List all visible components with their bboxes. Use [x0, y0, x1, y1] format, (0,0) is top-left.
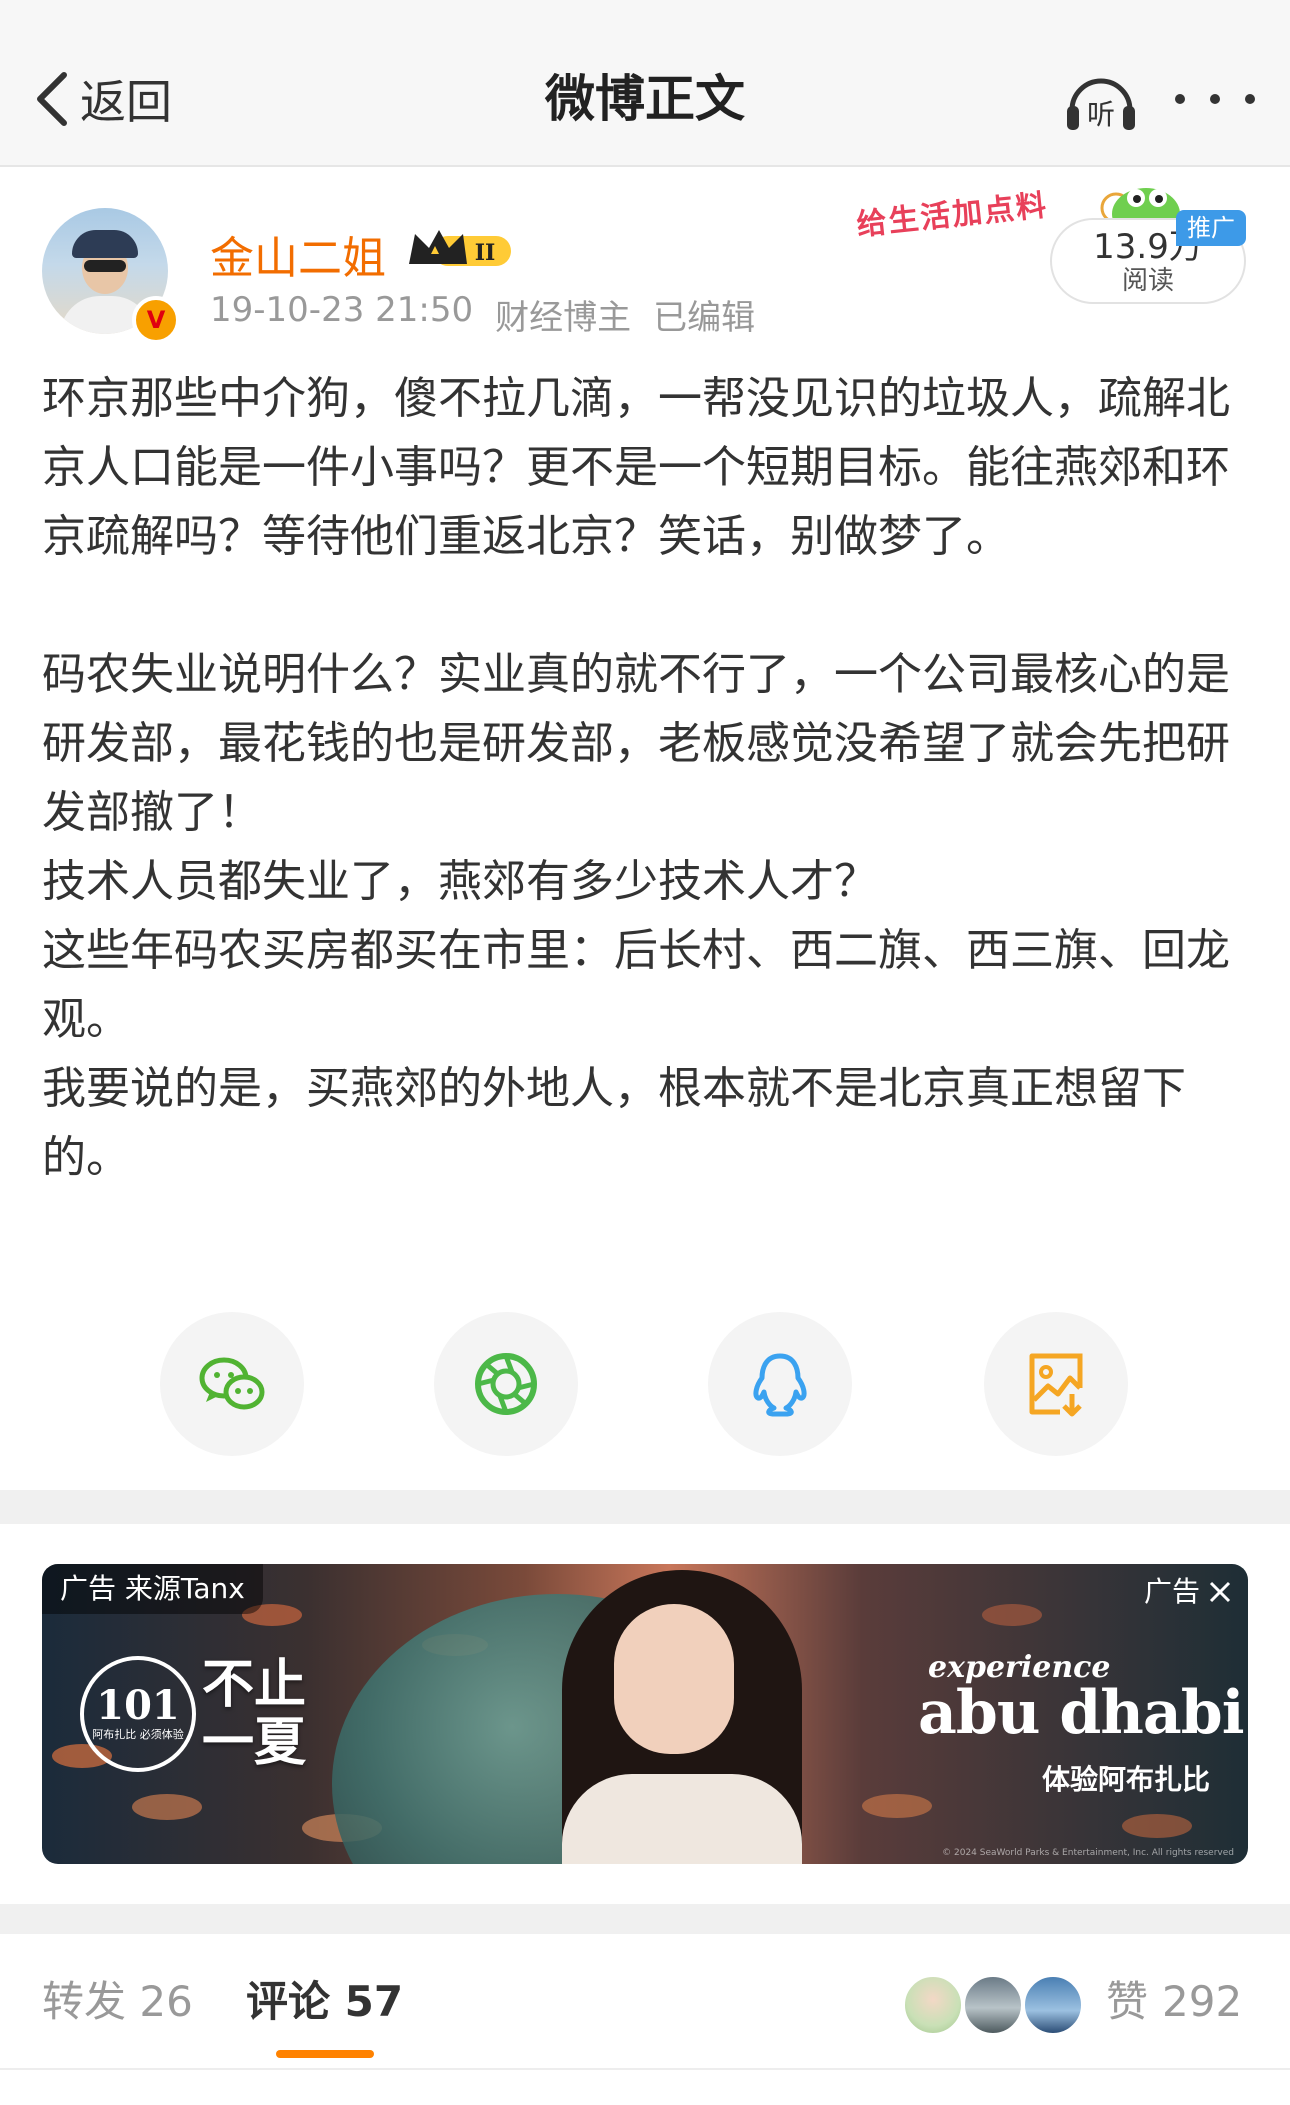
wechat-icon	[199, 1357, 265, 1410]
ad-logo: 101 阿布扎比 必须体验	[80, 1656, 196, 1772]
share-qq-button[interactable]	[708, 1312, 852, 1456]
save-image-icon	[1029, 1353, 1083, 1417]
member-crown-icon[interactable]: II	[405, 224, 517, 276]
share-moments-button[interactable]	[434, 1312, 578, 1456]
back-label: 返回	[80, 75, 172, 129]
dot-icon	[1245, 94, 1255, 104]
svg-text:II: II	[475, 240, 496, 266]
listen-label: 听	[1087, 98, 1115, 131]
post-timestamp: 19-10-23 21:50	[210, 290, 474, 330]
dot-icon	[1175, 94, 1185, 104]
edited-label[interactable]: 已编辑	[653, 290, 755, 339]
ad-brand: abu dhabi	[918, 1678, 1245, 1748]
post-paragraph: 技术人员都失业了，燕郊有多少技术人才？	[42, 856, 878, 907]
ad-label: 广告	[1143, 1575, 1200, 1608]
ad-brand-cn: 体验阿布扎比	[1042, 1763, 1211, 1796]
read-label: 阅读	[1121, 266, 1174, 296]
post-paragraph: 我要说的是，买燕郊的外地人，根本就不是北京真正想留下的。	[42, 1063, 1186, 1183]
ad-logo-number: 101	[96, 1682, 180, 1729]
promoted-tag: 推广	[1176, 210, 1246, 246]
tab-comments[interactable]: 评论 57	[246, 1972, 403, 2032]
ad-headline: 不止一夏	[202, 1655, 307, 1773]
qq-icon	[753, 1353, 807, 1417]
tab-reposts[interactable]: 转发 26	[42, 1972, 193, 2032]
section-divider	[0, 1904, 1290, 1934]
headphones-icon: 听	[1067, 78, 1135, 131]
ad-banner[interactable]: 101 阿布扎比 必须体验 不止一夏 experience abu dhabi …	[42, 1564, 1248, 1864]
section-divider	[0, 1490, 1290, 1524]
moments-icon	[475, 1353, 537, 1415]
likes-button[interactable]: 赞 292	[1106, 1972, 1242, 2032]
post-meta: 19-10-23 21:50 财经博主 已编辑	[210, 290, 755, 339]
ad-corner: 广告	[1144, 1572, 1234, 1612]
post-text: 环京那些中介狗，傻不拉几滴，一帮没见识的垃圾人，疏解北京人口能是一件小事吗？更不…	[42, 364, 1252, 1192]
likes-count: 292	[1162, 1977, 1243, 2026]
liker-avatar[interactable]	[1022, 1974, 1084, 2036]
dot-icon	[1210, 94, 1220, 104]
ad-copyright: © 2024 SeaWorld Parks & Entertainment, I…	[942, 1848, 1234, 1858]
liker-avatar[interactable]	[962, 1974, 1024, 2036]
post-paragraph: 码农失业说明什么？实业真的就不行了，一个公司最核心的是研发部，最花钱的也是研发部…	[42, 649, 1230, 838]
close-icon[interactable]	[1206, 1578, 1234, 1606]
top-nav-bar: 返回 微博正文 听	[0, 0, 1290, 167]
author-category: 财经博主	[495, 298, 632, 338]
author-name[interactable]: 金山二姐	[210, 222, 386, 286]
back-button[interactable]: 返回	[34, 64, 172, 134]
post-paragraph: 环京那些中介狗，傻不拉几滴，一帮没见识的垃圾人，疏解北京人口能是一件小事吗？更不…	[42, 373, 1230, 562]
more-options-button[interactable]	[1175, 82, 1255, 116]
active-tab-indicator	[276, 2050, 374, 2058]
verified-badge: V	[132, 296, 180, 344]
chevron-left-icon	[37, 72, 67, 126]
likes-label: 赞	[1106, 1977, 1149, 2026]
bottom-divider	[0, 2068, 1290, 2070]
listen-button[interactable]: 听	[1062, 66, 1140, 136]
post-paragraph: 这些年码农买房都买在市里：后长村、西二旗、西三旗、回龙观。	[42, 925, 1230, 1045]
ad-source-label: 广告 来源Tanx	[42, 1564, 263, 1614]
share-wechat-button[interactable]	[160, 1312, 304, 1456]
save-image-button[interactable]	[984, 1312, 1128, 1456]
ad-logo-subtitle: 阿布扎比 必须体验	[92, 1728, 184, 1741]
liker-avatar[interactable]	[902, 1974, 964, 2036]
